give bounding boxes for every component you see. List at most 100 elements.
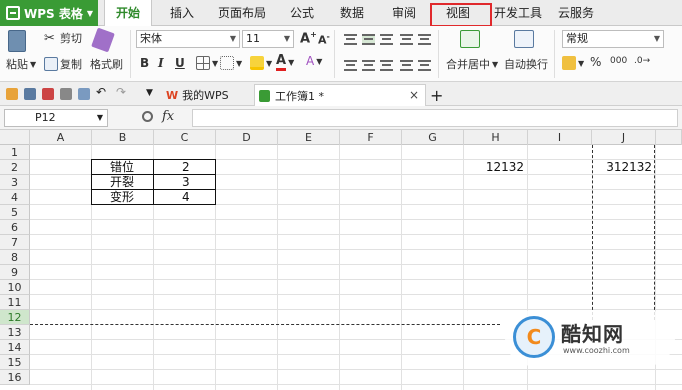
increase-decimal-button[interactable]: .0→ [634,56,650,66]
row-header[interactable]: 14 [0,340,30,355]
percent-button[interactable]: % [590,55,601,69]
cut-button[interactable]: ✂ 剪切 [44,30,82,46]
search-icon[interactable] [142,111,153,122]
justify-icon[interactable] [400,60,413,71]
align-bottom-icon[interactable] [380,34,393,45]
cell-C2[interactable]: 2 [153,159,216,175]
divider [554,30,555,78]
clear-format-button[interactable]: A ▼ [306,54,322,68]
cell-J2[interactable]: 312132 [592,160,654,175]
tab-cloud[interactable]: 云服务 [554,0,598,26]
column-header[interactable]: F [340,130,402,145]
row-header[interactable]: 10 [0,280,30,295]
merge-center-button[interactable]: 合并居中 ▼ [446,56,498,72]
underline-button[interactable]: U [175,56,185,70]
row-header[interactable]: 9 [0,265,30,280]
wrap-text-button[interactable]: 自动换行 [504,56,548,72]
number-format-select[interactable]: 常规 ▼ [562,30,664,48]
align-top-icon[interactable] [344,34,357,45]
app-menu-button[interactable]: WPS 表格 ▼ [0,0,98,26]
outdent-icon[interactable] [418,34,431,45]
column-header[interactable]: A [30,130,92,145]
italic-button[interactable]: I [158,56,164,70]
column-header[interactable]: B [92,130,154,145]
tab-data[interactable]: 数据 [332,0,372,26]
cell-B4[interactable]: 变形 [91,189,154,205]
open-folder-icon[interactable] [6,88,18,100]
tab-my-wps[interactable]: W 我的WPS [162,84,254,106]
column-header[interactable]: J [592,130,656,145]
row-header-selected[interactable]: 12 [0,310,30,325]
export-pdf-icon[interactable] [42,88,54,100]
wrap-text-icon[interactable] [514,30,536,48]
borders-button[interactable]: ▼ [196,56,218,70]
paste-icon[interactable] [8,30,28,52]
tab-developer[interactable]: 开发工具 [490,0,546,26]
undo-icon[interactable]: ↶ [96,85,108,99]
column-header[interactable]: H [464,130,528,145]
indent-icon[interactable] [400,34,413,45]
fx-icon[interactable]: fx [162,109,174,124]
align-right-icon[interactable] [380,60,393,71]
align-left-icon[interactable] [344,60,357,71]
font-color-button[interactable]: A ▼ [276,54,294,71]
column-header[interactable]: G [402,130,464,145]
align-center-icon[interactable] [362,60,375,71]
cell-style-button[interactable]: ▼ [220,56,242,70]
row-header[interactable]: 11 [0,295,30,310]
name-box[interactable]: P12 ▼ [4,109,108,127]
row-header[interactable]: 8 [0,250,30,265]
merge-center-icon[interactable] [460,30,482,48]
row-header[interactable]: 1 [0,145,30,160]
copy-button[interactable]: 复制 [44,56,82,72]
decrease-font-button[interactable]: A- [318,32,330,47]
bold-button[interactable]: B [140,56,149,70]
row-header[interactable]: 2 [0,160,30,175]
cell-C4[interactable]: 4 [153,189,216,205]
cell-C3[interactable]: 3 [153,174,216,190]
thousands-button[interactable]: 000 [610,56,627,66]
row-header[interactable]: 3 [0,175,30,190]
save-icon[interactable] [24,88,36,100]
new-tab-button[interactable]: + [428,84,448,106]
row-header[interactable]: 7 [0,235,30,250]
cell-B2[interactable]: 错位 [91,159,154,175]
column-header[interactable] [656,130,682,145]
print-icon[interactable] [60,88,72,100]
column-header[interactable]: E [278,130,340,145]
font-size-select[interactable]: 11 ▼ [242,30,294,48]
format-painter-button[interactable]: 格式刷 [90,56,123,72]
column-header[interactable]: D [216,130,278,145]
row-header[interactable]: 5 [0,205,30,220]
tab-review[interactable]: 审阅 [384,0,424,26]
tab-formulas[interactable]: 公式 [282,0,322,26]
row-header[interactable]: 4 [0,190,30,205]
column-header[interactable]: C [154,130,216,145]
currency-button[interactable]: ▼ [562,56,584,70]
row-header[interactable]: 13 [0,325,30,340]
formula-input[interactable] [192,109,678,127]
redo-icon[interactable]: ↷ [116,85,128,99]
font-name-select[interactable]: 宋体 ▼ [136,30,240,48]
select-all-corner[interactable] [0,130,30,145]
row-header[interactable]: 15 [0,355,30,370]
close-icon[interactable]: × [409,88,419,102]
row-header[interactable]: 16 [0,370,30,385]
paste-button[interactable]: 粘贴 ▼ [6,56,36,72]
cell-H2[interactable]: 12132 [464,160,526,175]
distributed-icon[interactable] [418,60,431,71]
column-header[interactable]: I [528,130,592,145]
tab-workbook1[interactable]: 工作簿1 * × [254,84,426,106]
row-header[interactable]: 6 [0,220,30,235]
format-painter-icon[interactable] [91,27,115,53]
customize-toolbar-icon[interactable]: ▼ [146,88,158,100]
fill-color-button[interactable]: ▼ [250,56,272,70]
increase-font-button[interactable]: A+ [300,30,317,46]
cell-style-icon [220,56,234,70]
align-middle-icon[interactable] [362,34,375,45]
tab-home[interactable]: 开始 [104,0,152,27]
print-preview-icon[interactable] [78,88,90,100]
tab-page-layout[interactable]: 页面布局 [212,0,272,26]
tab-insert[interactable]: 插入 [162,0,202,26]
cell-B3[interactable]: 开裂 [91,174,154,190]
